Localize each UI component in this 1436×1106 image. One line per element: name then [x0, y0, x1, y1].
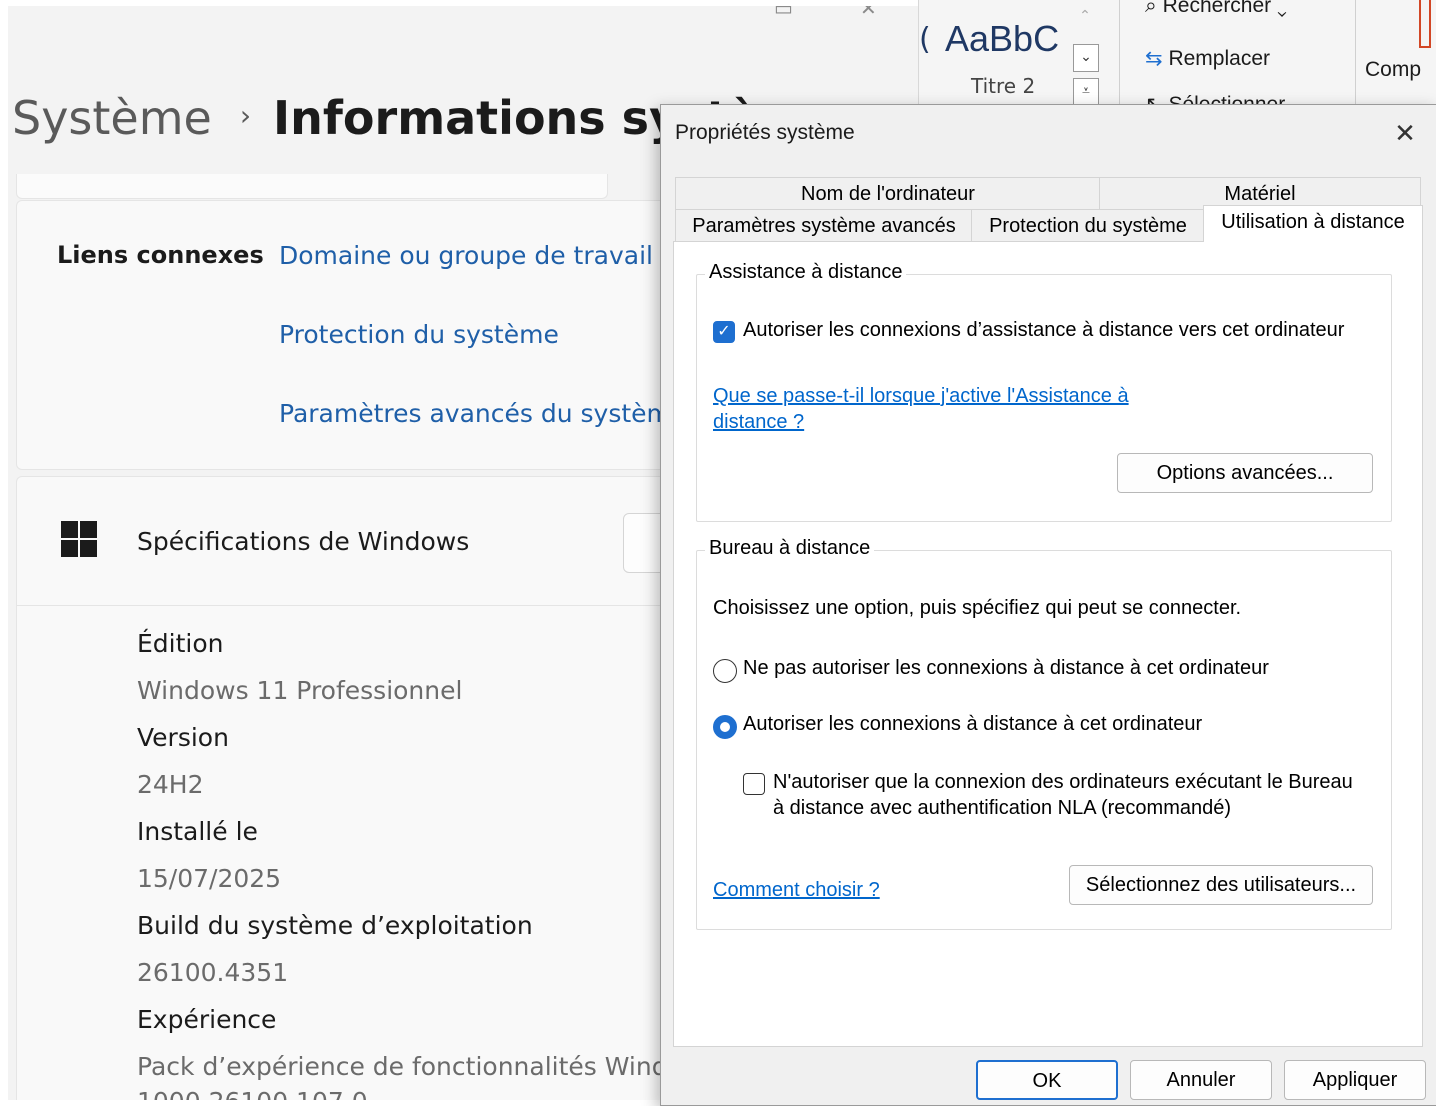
tab-computer-name[interactable]: Nom de l'ordinateur	[675, 177, 1101, 211]
ribbon-comp-label[interactable]: Comp	[1365, 58, 1421, 82]
ribbon-separator	[1119, 0, 1120, 106]
related-links-label: Liens connexes	[57, 241, 264, 269]
search-command[interactable]: ⌕ Rechercher ⌄	[1145, 0, 1287, 18]
previous-card	[16, 174, 608, 199]
dialog-title: Propriétés système	[675, 121, 855, 144]
assistance-help-link-line1[interactable]: Que se passe-t-il lorsque j'active l'Ass…	[713, 385, 1129, 408]
remote-desktop-group: Bureau à distance Choisissez une option,…	[696, 537, 1392, 930]
allow-remote-label[interactable]: Autoriser les connexions à distance à ce…	[743, 713, 1202, 736]
styles-expand-icon[interactable]: ⩡	[1073, 78, 1099, 106]
link-advanced-system-settings[interactable]: Paramètres avancés du système	[279, 399, 686, 428]
replace-icon: ⇆	[1145, 47, 1163, 70]
spec-value-version: 24H2	[137, 770, 204, 799]
addin-icon[interactable]	[1419, 0, 1431, 48]
deny-remote-radio[interactable]	[713, 659, 737, 683]
style-name[interactable]: Titre 2	[971, 74, 1035, 98]
ok-button[interactable]: OK	[976, 1060, 1118, 1100]
spec-value-build: 26100.4351	[137, 958, 289, 987]
search-icon: ⌕	[1145, 0, 1157, 17]
link-system-protection[interactable]: Protection du système	[279, 320, 559, 349]
search-label: Rechercher	[1162, 0, 1272, 17]
assistance-help-link-line2[interactable]: distance ?	[713, 411, 804, 434]
allow-assistance-checkbox[interactable]: ✓	[713, 321, 735, 343]
spec-value-experience-version: 1000.26100.107.0	[137, 1087, 368, 1100]
nla-label-line1[interactable]: N'autoriser que la connexion des ordinat…	[773, 771, 1353, 794]
select-users-button[interactable]: Sélectionnez des utilisateurs...	[1069, 865, 1373, 905]
replace-command[interactable]: ⇆ Remplacer	[1145, 46, 1270, 71]
allow-assistance-label[interactable]: Autoriser les connexions d’assistance à …	[743, 319, 1344, 342]
advanced-options-button[interactable]: Options avancées...	[1117, 453, 1373, 493]
spec-label-installed: Installé le	[137, 817, 258, 846]
specs-title: Spécifications de Windows	[137, 527, 470, 556]
remote-assistance-title: Assistance à distance	[705, 261, 907, 284]
cancel-button[interactable]: Annuler	[1130, 1060, 1272, 1100]
remote-desktop-title: Bureau à distance	[705, 537, 875, 560]
spec-value-installed: 15/07/2025	[137, 864, 282, 893]
style-sample-edge: (	[919, 22, 931, 57]
link-domain-workgroup[interactable]: Domaine ou groupe de travail	[279, 241, 653, 270]
close-window-icon[interactable]: ✕	[860, 6, 877, 20]
spec-label-edition: Édition	[137, 629, 224, 658]
system-properties-dialog: Propriétés système ✕ Nom de l'ordinateur…	[660, 104, 1436, 1106]
allow-remote-radio[interactable]	[713, 715, 737, 739]
breadcrumb-parent[interactable]: Système	[12, 91, 212, 145]
remote-assistance-group: Assistance à distance ✓ Autoriser les co…	[696, 261, 1392, 522]
chevron-down-icon: ⌄	[1277, 0, 1287, 17]
styles-scroll-up-icon[interactable]: ⌃	[1073, 4, 1097, 30]
tab-system-protection[interactable]: Protection du système	[971, 209, 1205, 243]
how-to-choose-link[interactable]: Comment choisir ?	[713, 879, 880, 902]
close-icon[interactable]: ✕	[1383, 113, 1427, 153]
nla-checkbox[interactable]	[743, 773, 765, 795]
spec-label-version: Version	[137, 723, 229, 752]
tab-remote[interactable]: Utilisation à distance	[1203, 205, 1423, 242]
spec-value-experience: Pack d’expérience de fonctionnalités Win…	[137, 1052, 717, 1081]
style-sample[interactable]: AaBbC	[945, 18, 1059, 60]
deny-remote-label[interactable]: Ne pas autoriser les connexions à distan…	[743, 657, 1269, 680]
spec-label-experience: Expérience	[137, 1005, 277, 1034]
word-ribbon: ( AaBbC Titre 2 ⌃ ⌄ ⩡ ⌕ Rechercher ⌄ ⇆ R…	[918, 0, 1436, 106]
replace-label: Remplacer	[1168, 47, 1270, 70]
remote-desktop-instruction: Choisissez une option, puis spécifiez qu…	[713, 597, 1242, 619]
styles-scroll-down-icon[interactable]: ⌄	[1073, 44, 1099, 72]
minimize-icon[interactable]: ▭	[774, 6, 793, 20]
ribbon-separator	[1355, 0, 1356, 106]
tab-panel-remote: Assistance à distance ✓ Autoriser les co…	[673, 241, 1423, 1047]
nla-label-line2[interactable]: à distance avec authentification NLA (re…	[773, 797, 1231, 820]
breadcrumb-separator-icon: ›	[239, 98, 252, 132]
spec-value-edition: Windows 11 Professionnel	[137, 676, 463, 705]
apply-button[interactable]: Appliquer	[1284, 1060, 1426, 1100]
windows-logo-icon	[61, 521, 97, 557]
tab-advanced[interactable]: Paramètres système avancés	[675, 209, 973, 243]
spec-label-build: Build du système d’exploitation	[137, 911, 533, 940]
